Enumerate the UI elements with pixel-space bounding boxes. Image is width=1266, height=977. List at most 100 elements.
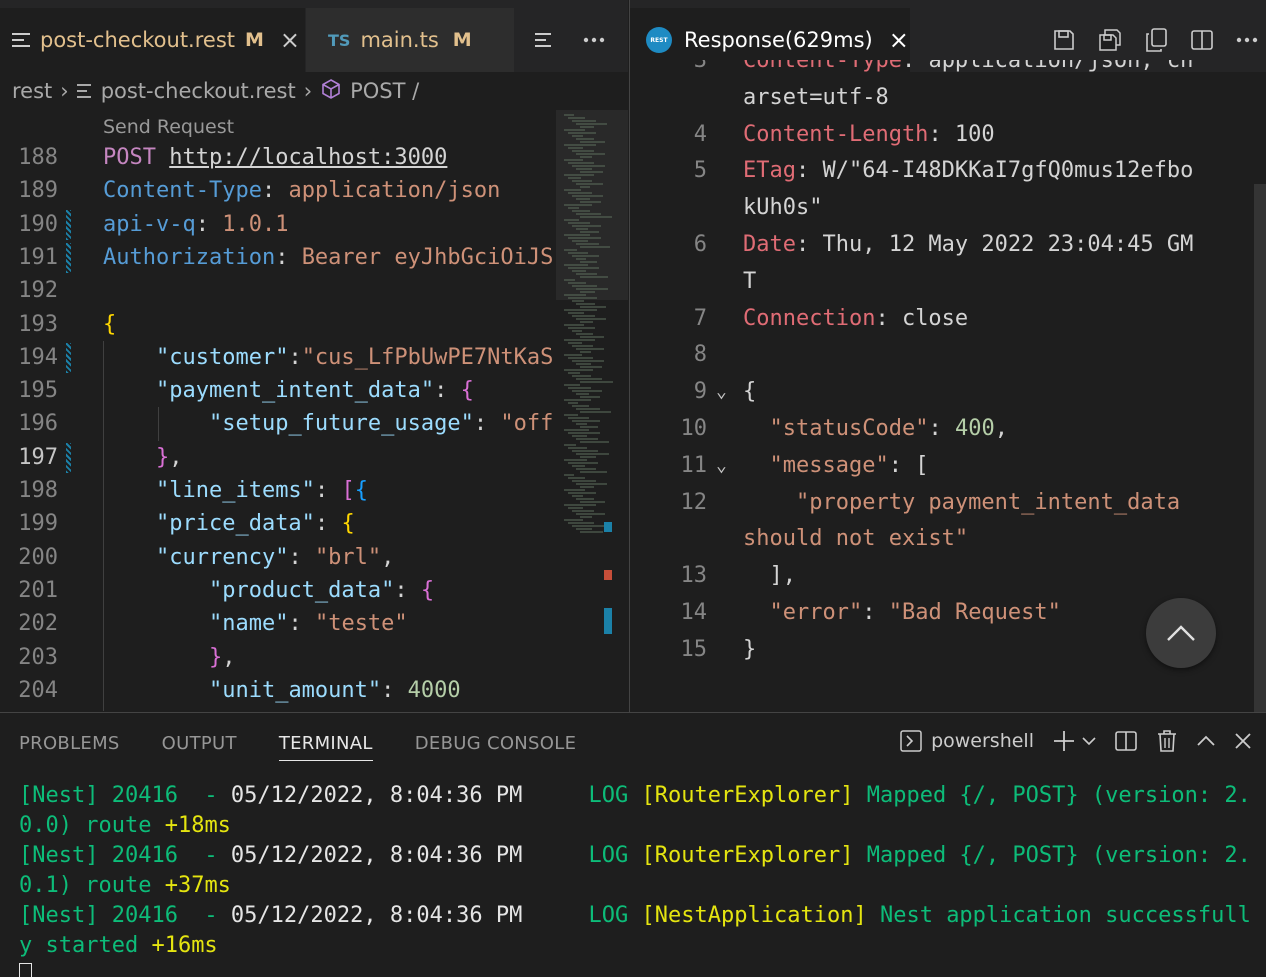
- code-text: "unit_amount": 4000: [208, 677, 461, 703]
- git-change-marker[interactable]: [66, 242, 71, 273]
- minimap-line: [568, 447, 587, 449]
- code-line[interactable]: 200 "currency": "brl",: [0, 541, 556, 574]
- code-line[interactable]: 195 "payment_intent_data": {: [0, 374, 556, 407]
- tab-main-ts[interactable]: TS main.ts M: [306, 8, 514, 72]
- response-text: should not exist": [743, 526, 969, 552]
- minimap-line: [564, 129, 585, 131]
- terminal-output[interactable]: [Nest] 20416 - 05/12/2022, 8:04:36 PM LO…: [19, 781, 1251, 977]
- code-line[interactable]: 202 "name": "teste": [0, 607, 556, 640]
- minimap-line: [572, 195, 603, 197]
- left-tab-actions: [520, 8, 620, 72]
- scroll-to-top-button[interactable]: [1146, 598, 1216, 668]
- response-line[interactable]: 6 Date: Thu, 12 May 2022 23:04:45 GM: [630, 226, 1250, 263]
- copy-icon[interactable]: [1144, 27, 1168, 53]
- tab-problems[interactable]: PROBLEMS: [19, 733, 120, 761]
- response-line[interactable]: 10 "statusCode": 400,: [630, 410, 1250, 447]
- git-change-marker[interactable]: [66, 342, 71, 373]
- code-line[interactable]: 197 },: [0, 441, 556, 474]
- code-text: api-v-q: 1.0.1: [103, 211, 289, 237]
- response-line[interactable]: 4 Content-Length: 100: [630, 116, 1250, 153]
- minimap-line: [568, 177, 581, 179]
- breadcrumb: rest › post-checkout.rest › POST /: [0, 72, 628, 110]
- split-editor-icon[interactable]: [1190, 28, 1214, 52]
- code-line[interactable]: 204 "unit_amount": 4000: [0, 674, 556, 707]
- minimap[interactable]: [556, 110, 628, 712]
- git-change-marker[interactable]: [66, 209, 71, 240]
- line-number: 7: [693, 305, 707, 331]
- line-number: 189: [18, 178, 58, 204]
- line-number: 194: [18, 344, 58, 370]
- close-tab-icon[interactable]: ×: [280, 26, 300, 54]
- chevron-down-icon[interactable]: [1082, 736, 1096, 746]
- maximize-panel-icon[interactable]: [1196, 735, 1216, 747]
- response-line[interactable]: 9 ⌄ {: [630, 373, 1250, 410]
- split-terminal-icon[interactable]: [1114, 729, 1138, 753]
- response-line[interactable]: 13 ],: [630, 557, 1250, 594]
- code-line[interactable]: 201 "product_data": {: [0, 574, 556, 607]
- code-line[interactable]: 191 Authorization: Bearer eyJhbGciOiJS: [0, 241, 556, 274]
- response-text: Content-Length: 100: [743, 121, 995, 147]
- response-line[interactable]: should not exist": [630, 520, 1250, 557]
- code-line[interactable]: 192: [0, 274, 556, 307]
- breadcrumb-folder[interactable]: rest: [12, 79, 52, 103]
- minimap-line: [576, 318, 606, 320]
- response-text: "statusCode": 400,: [769, 416, 1008, 441]
- response-line[interactable]: kUh0s": [630, 189, 1250, 226]
- code-line[interactable]: 199 "price_data": {: [0, 507, 556, 540]
- terminal-prompt-line[interactable]: [19, 959, 1249, 977]
- terminal-line: 0.0) route +18ms: [19, 813, 231, 838]
- response-line[interactable]: 11 ⌄ "message": [: [630, 447, 1250, 484]
- trash-icon[interactable]: [1156, 729, 1178, 753]
- new-terminal-icon[interactable]: [1052, 729, 1076, 753]
- send-request-codelens[interactable]: Send Request: [103, 116, 234, 138]
- tab-debug-console[interactable]: DEBUG CONSOLE: [415, 733, 577, 761]
- response-line[interactable]: 3 Content-Type: application/json; ch: [630, 60, 1250, 79]
- response-text: }: [743, 636, 757, 662]
- response-line[interactable]: T: [630, 263, 1250, 300]
- tab-terminal[interactable]: TERMINAL: [278, 733, 373, 761]
- minimap-line: [576, 498, 594, 500]
- close-tab-icon[interactable]: ×: [889, 26, 909, 54]
- minimap-line: [564, 459, 587, 461]
- response-line[interactable]: 8: [630, 336, 1250, 373]
- save-icon[interactable]: [1052, 28, 1076, 52]
- minimap-line: [580, 366, 602, 368]
- response-line[interactable]: 7 Connection: close: [630, 300, 1250, 337]
- code-line[interactable]: 194 "customer":"cus_LfPbUwPE7NtKaS: [0, 341, 556, 374]
- minimap-line: [580, 456, 596, 458]
- line-number: 191: [18, 244, 58, 270]
- code-line[interactable]: 190 api-v-q: 1.0.1: [0, 208, 556, 241]
- code-line[interactable]: 198 "line_items": [{: [0, 474, 556, 507]
- response-line[interactable]: 5 ETag: W/"64-I48DKKaI7gfQ0mus12efbo: [630, 152, 1250, 189]
- code-line[interactable]: 203 },: [0, 641, 556, 674]
- code-line[interactable]: 188 POST http://localhost:3000: [0, 141, 556, 174]
- minimap-line: [564, 474, 574, 476]
- tab-post-checkout-rest[interactable]: post-checkout.rest M ×: [0, 8, 305, 72]
- terminal-shell-selector[interactable]: powershell: [899, 729, 1034, 753]
- more-actions-icon[interactable]: [583, 37, 605, 43]
- tab-output[interactable]: OUTPUT: [162, 733, 237, 761]
- breadcrumb-symbol[interactable]: POST /: [350, 79, 419, 103]
- file-list-icon[interactable]: [535, 32, 553, 48]
- code-line[interactable]: 193 {: [0, 308, 556, 341]
- save-body-icon[interactable]: [1098, 28, 1122, 52]
- code-line[interactable]: 196 "setup_future_usage": "off: [0, 407, 556, 440]
- fold-chevron-icon[interactable]: ⌄: [716, 373, 727, 410]
- vertical-scrollbar[interactable]: [1254, 184, 1266, 712]
- code-editor[interactable]: 188 POST http://localhost:3000 189 Content-…: [0, 141, 556, 712]
- minimap-line: [572, 435, 587, 437]
- minimap-line: [576, 393, 589, 395]
- git-change-marker[interactable]: [66, 442, 71, 473]
- minimap-line: [564, 324, 584, 326]
- breadcrumb-file[interactable]: post-checkout.rest: [101, 79, 296, 103]
- response-line[interactable]: 12 "property payment_intent_data: [630, 484, 1250, 521]
- fold-chevron-icon[interactable]: ⌄: [716, 447, 727, 484]
- minimap-line: [580, 426, 598, 428]
- more-actions-icon[interactable]: [1236, 37, 1258, 43]
- line-number: 196: [18, 411, 58, 437]
- response-line[interactable]: arset=utf-8: [630, 79, 1250, 116]
- close-panel-icon[interactable]: [1234, 732, 1252, 750]
- code-line[interactable]: 189 Content-Type: application/json: [0, 174, 556, 207]
- minimap-line: [580, 246, 610, 248]
- line-number: 12: [680, 489, 708, 515]
